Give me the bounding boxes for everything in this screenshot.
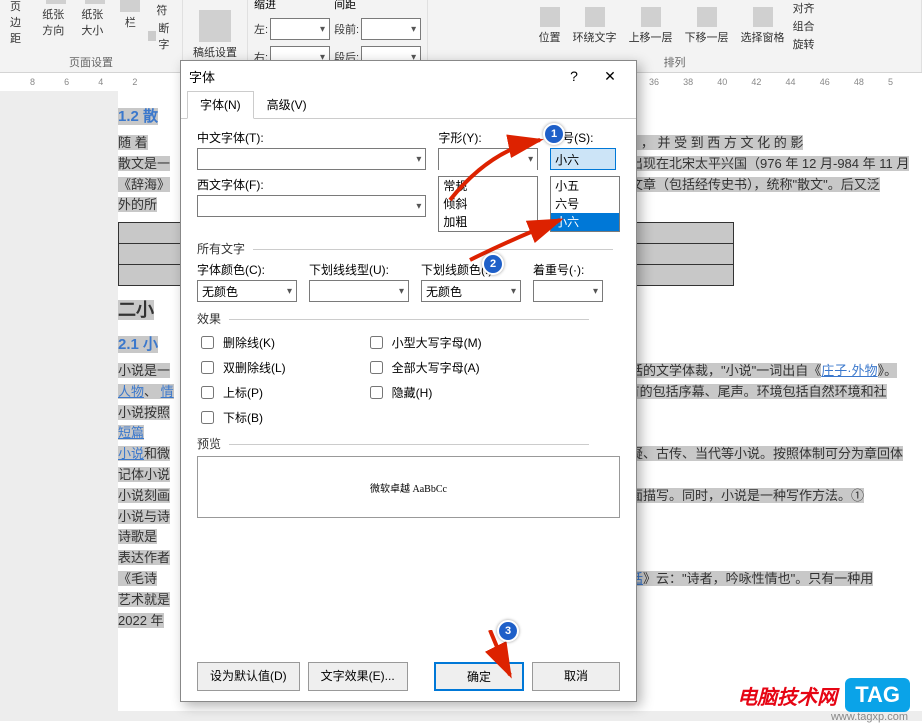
hyphen-button[interactable]: 断字 xyxy=(148,20,176,52)
dialog-tabs: 字体(N) 高级(V) xyxy=(181,91,636,119)
rotate-button[interactable]: 旋转 xyxy=(793,36,815,52)
link-duanpian[interactable]: 短篇 xyxy=(118,425,144,440)
spacing-before-input[interactable] xyxy=(361,18,421,40)
wrap-button[interactable]: 环绕文字 xyxy=(569,5,621,47)
heading-3: 2.1 小 xyxy=(118,336,158,353)
font-dialog: 字体 ? ✕ 字体(N) 高级(V) 中文字体(T): 字形(Y): 字号(S)… xyxy=(180,60,637,702)
spacing-label: 间距 xyxy=(334,0,421,12)
style-listbox[interactable]: 常规 倾斜 加粗 xyxy=(438,176,538,232)
preview-box: 微软卓越 AaBbCc xyxy=(197,456,620,518)
chk-strike[interactable]: 删除线(K) xyxy=(197,333,286,352)
help-button[interactable]: ? xyxy=(556,63,592,89)
en-font-combo[interactable] xyxy=(197,195,426,217)
watermark-url: www.tagxp.com xyxy=(831,711,908,723)
set-default-button[interactable]: 设为默认值(D) xyxy=(197,662,300,691)
chk-dstrike[interactable]: 双删除线(L) xyxy=(197,358,286,377)
selection-pane-button[interactable]: 选择窗格 xyxy=(737,5,789,47)
chk-smallcaps[interactable]: 小型大写字母(M) xyxy=(366,333,482,352)
indent-left-input[interactable] xyxy=(270,18,330,40)
draft-button[interactable]: 稿纸设置 xyxy=(189,8,241,62)
forward-button[interactable]: 上移一层 xyxy=(625,5,677,47)
ok-button[interactable]: 确定 xyxy=(434,662,524,691)
dialog-title: 字体 xyxy=(189,67,556,86)
arrange-label: 排列 xyxy=(664,54,686,70)
all-text-label: 所有文字 xyxy=(197,240,620,257)
tab-font[interactable]: 字体(N) xyxy=(187,91,254,119)
preview-label: 预览 xyxy=(197,435,620,452)
chk-hidden[interactable]: 隐藏(H) xyxy=(366,383,482,402)
emphasis-combo[interactable] xyxy=(533,280,603,302)
size-selected[interactable]: 小六 xyxy=(551,213,619,231)
link-renwu[interactable]: 人物 xyxy=(118,384,144,399)
link-zhuangzi[interactable]: 庄子·外物 xyxy=(821,363,877,378)
text-effects-button[interactable]: 文字效果(E)... xyxy=(308,662,408,691)
page-setup-label: 页面设置 xyxy=(69,54,113,70)
orientation-button[interactable]: 纸张方向 xyxy=(38,0,73,40)
group-button[interactable]: 组合 xyxy=(793,18,815,34)
badge-3: 3 xyxy=(497,620,519,642)
underline-color-combo[interactable]: 无颜色 xyxy=(421,280,521,302)
style-label: 字形(Y): xyxy=(438,129,538,146)
cn-font-combo[interactable] xyxy=(197,148,426,170)
watermark: 电脑技术网 TAG xyxy=(737,678,910,712)
underline-combo[interactable] xyxy=(309,280,409,302)
position-button[interactable]: 位置 xyxy=(535,5,565,47)
badge-1: 1 xyxy=(543,123,565,145)
dialog-titlebar[interactable]: 字体 ? ✕ xyxy=(181,61,636,91)
link-qing[interactable]: 情 xyxy=(161,384,174,399)
heading-2: 二小 xyxy=(118,300,154,320)
chk-subscript[interactable]: 下标(B) xyxy=(197,408,286,427)
en-font-label: 西文字体(F): xyxy=(197,176,426,193)
indent-label: 缩进 xyxy=(254,0,330,12)
margin-button[interactable]: 页边距 xyxy=(6,0,34,48)
close-button[interactable]: ✕ xyxy=(592,63,628,89)
size-button[interactable]: 纸张大小 xyxy=(77,0,112,40)
effects-label: 效果 xyxy=(197,310,620,327)
breaks-button[interactable]: 分隔符 xyxy=(148,0,176,18)
chk-superscript[interactable]: 上标(P) xyxy=(197,383,286,402)
style-input[interactable] xyxy=(438,148,538,170)
backward-button[interactable]: 下移一层 xyxy=(681,5,733,47)
size-listbox[interactable]: 小五 六号 小六 xyxy=(550,176,620,232)
columns-button[interactable]: 栏 xyxy=(116,0,144,32)
tab-advanced[interactable]: 高级(V) xyxy=(254,91,320,118)
font-color-combo[interactable]: 无颜色 xyxy=(197,280,297,302)
align-button[interactable]: 对齐 xyxy=(793,0,815,16)
cancel-button[interactable]: 取消 xyxy=(532,662,620,691)
cn-font-label: 中文字体(T): xyxy=(197,129,426,146)
size-input[interactable] xyxy=(550,148,616,170)
link-xiaoshuo[interactable]: 小说 xyxy=(118,446,144,461)
heading-1: 1.2 散 xyxy=(118,108,158,125)
chk-allcaps[interactable]: 全部大写字母(A) xyxy=(366,358,482,377)
badge-2: 2 xyxy=(482,253,504,275)
